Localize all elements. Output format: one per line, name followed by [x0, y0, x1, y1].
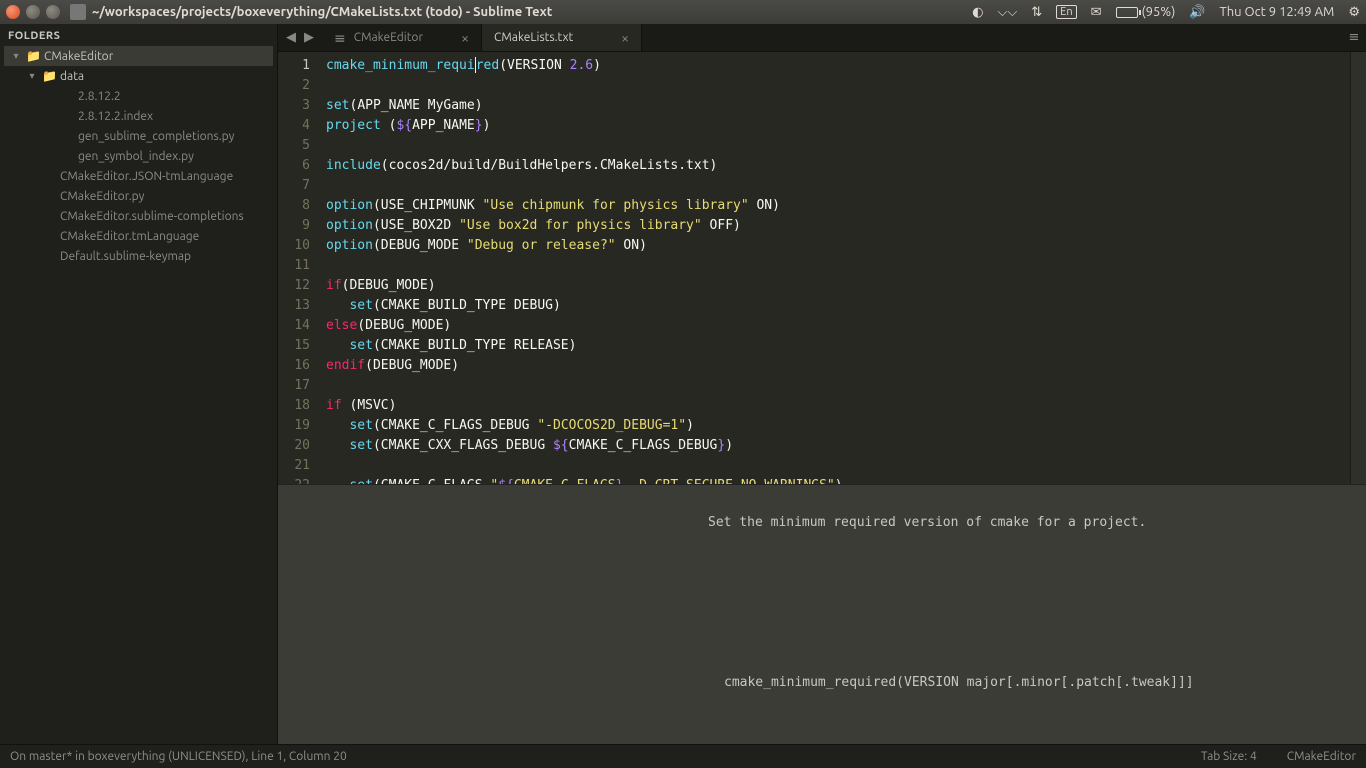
documentation-panel: Set the minimum required version of cmak…: [278, 484, 1366, 744]
tree-row[interactable]: ▾ 📁 CMakeEditor: [4, 46, 273, 66]
editor-tab[interactable]: ≡ CMakeEditor ×: [322, 24, 482, 51]
tab-close-icon[interactable]: ×: [621, 30, 629, 46]
folder-icon: 📁: [42, 69, 56, 83]
nav-back-icon[interactable]: ◀: [286, 30, 296, 45]
window-maximize-button[interactable]: [46, 5, 60, 19]
minimap[interactable]: [1350, 52, 1366, 484]
editor-area: ◀ ▶ ≡ CMakeEditor × CMakeLists.txt × ≡ 12345…: [278, 24, 1366, 744]
tree-arrow-icon: ▾: [26, 70, 38, 82]
tree-label: CMakeEditor.sublime-completions: [60, 210, 244, 223]
tree-row[interactable]: 2.8.12.2: [4, 86, 273, 106]
code-editor[interactable]: cmake_minimum_required(VERSION 2.6) set(…: [318, 52, 1350, 484]
window-controls: [6, 5, 60, 19]
tree-row[interactable]: 2.8.12.2.index: [4, 106, 273, 126]
folder-icon: 📁: [26, 49, 40, 63]
battery-indicator[interactable]: (95%): [1116, 5, 1176, 19]
tree-row[interactable]: CMakeEditor.sublime-completions: [4, 206, 273, 226]
app-icon: [70, 4, 86, 20]
dirty-indicator-icon: ≡: [334, 31, 346, 45]
session-gear-icon[interactable]: ⚙: [1348, 5, 1360, 20]
folder-tree[interactable]: ▾ 📁 CMakeEditor ▾ 📁 data 2.8.12.2 2.8.12.2.inde…: [0, 46, 277, 266]
tab-bar: ◀ ▶ ≡ CMakeEditor × CMakeLists.txt × ≡: [278, 24, 1366, 52]
tree-label: gen_symbol_index.py: [78, 150, 194, 163]
status-left[interactable]: On master* in boxeverything (UNLICENSED)…: [10, 750, 347, 763]
sidebar: FOLDERS ▾ 📁 CMakeEditor ▾ 📁 data 2.8.12.2 2.8.1…: [0, 24, 278, 744]
tab-label: CMakeLists.txt: [494, 31, 573, 44]
window-minimize-button[interactable]: [26, 5, 40, 19]
tree-row[interactable]: CMakeEditor.tmLanguage: [4, 226, 273, 246]
status-bar: On master* in boxeverything (UNLICENSED)…: [0, 744, 1366, 768]
tree-label: CMakeEditor.JSON-tmLanguage: [60, 170, 233, 183]
nav-forward-icon[interactable]: ▶: [304, 30, 314, 45]
bluetooth-icon[interactable]: ⌵⌵: [998, 5, 1018, 20]
editor-tab[interactable]: CMakeLists.txt ×: [482, 24, 642, 51]
tree-label: 2.8.12.2.index: [78, 110, 153, 123]
tree-arrow-icon: ▾: [10, 50, 22, 62]
tab-overflow-menu[interactable]: ≡: [1342, 24, 1366, 51]
tab-history-nav[interactable]: ◀ ▶: [278, 24, 322, 51]
tree-row[interactable]: Default.sublime-keymap: [4, 246, 273, 266]
status-syntax[interactable]: CMakeEditor: [1287, 750, 1356, 763]
tree-label: gen_sublime_completions.py: [78, 130, 234, 143]
tree-row[interactable]: CMakeEditor.py: [4, 186, 273, 206]
status-tab-size[interactable]: Tab Size: 4: [1201, 750, 1257, 763]
volume-icon[interactable]: 🔊: [1189, 5, 1205, 20]
tree-label: CMakeEditor: [44, 50, 113, 63]
tree-row[interactable]: ▾ 📁 data: [4, 66, 273, 86]
sidebar-header: FOLDERS: [0, 24, 277, 46]
clock[interactable]: Thu Oct 9 12:49 AM: [1220, 5, 1335, 19]
tab-label: CMakeEditor: [354, 31, 423, 44]
tree-label: Default.sublime-keymap: [60, 250, 191, 263]
tree-row[interactable]: CMakeEditor.JSON-tmLanguage: [4, 166, 273, 186]
tree-row[interactable]: gen_symbol_index.py: [4, 146, 273, 166]
tab-close-icon[interactable]: ×: [461, 30, 469, 46]
line-number-gutter: 12345678910111213141516171819202122: [278, 52, 318, 484]
tree-label: CMakeEditor.py: [60, 190, 144, 203]
network-icon[interactable]: ⇅: [1031, 5, 1042, 20]
tree-label: 2.8.12.2: [78, 90, 121, 103]
tree-label: data: [60, 70, 84, 83]
system-topbar: ~/workspaces/projects/boxeverything/CMak…: [0, 0, 1366, 24]
app-indicator-icon[interactable]: ◐: [972, 5, 983, 20]
tree-row[interactable]: gen_sublime_completions.py: [4, 126, 273, 146]
keyboard-layout-indicator[interactable]: En: [1056, 5, 1076, 19]
system-tray: ◐ ⌵⌵ ⇅ En ✉ (95%) 🔊 Thu Oct 9 12:49 AM ⚙: [972, 5, 1360, 20]
tree-label: CMakeEditor.tmLanguage: [60, 230, 199, 243]
sublime-app: FOLDERS ▾ 📁 CMakeEditor ▾ 📁 data 2.8.12.2 2.8.1…: [0, 24, 1366, 768]
window-title: ~/workspaces/projects/boxeverything/CMak…: [92, 5, 552, 19]
mail-icon[interactable]: ✉: [1091, 5, 1102, 20]
battery-percent: (95%): [1142, 5, 1176, 19]
window-close-button[interactable]: [6, 5, 20, 19]
